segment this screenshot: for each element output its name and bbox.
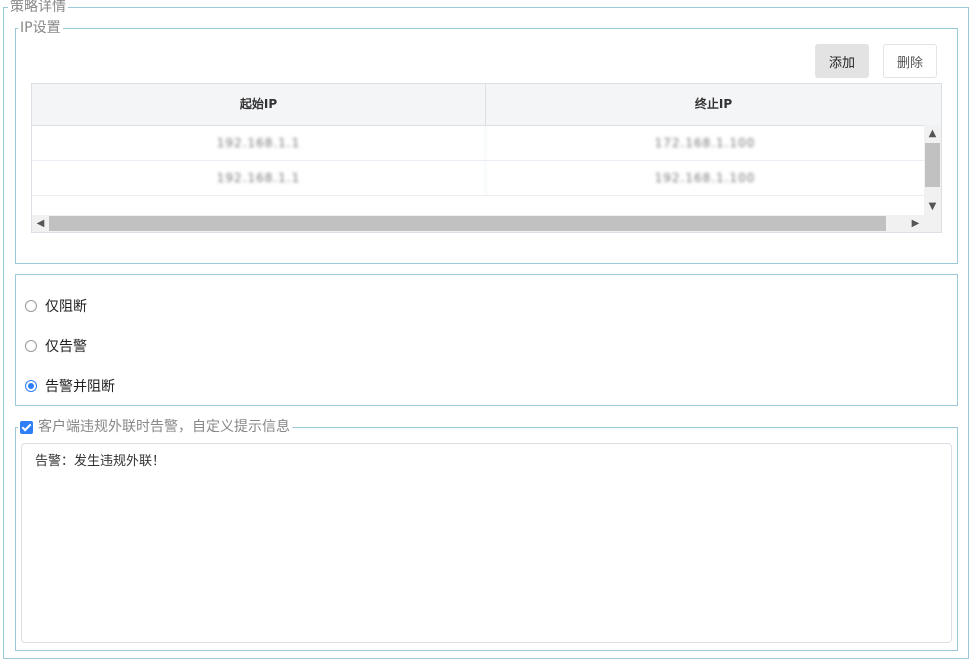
radio-icon[interactable] bbox=[25, 300, 37, 312]
ip-settings-legend: IP设置 bbox=[18, 20, 63, 36]
ip-table: 起始IP 终止IP 192.168.1.1 172.168.1.100 192.… bbox=[31, 83, 942, 233]
radio-icon[interactable] bbox=[25, 340, 37, 352]
end-ip-cell: 172.168.1.100 bbox=[654, 136, 756, 150]
table-row[interactable]: 192.168.1.1 192.168.1.100 bbox=[32, 161, 924, 196]
start-ip-cell: 192.168.1.1 bbox=[32, 126, 486, 160]
scroll-down-icon[interactable]: ▼ bbox=[924, 198, 941, 215]
column-header-end-ip[interactable]: 终止IP bbox=[486, 84, 941, 125]
radio-alert-and-block[interactable]: 告警并阻断 bbox=[25, 376, 115, 396]
table-header: 起始IP 终止IP bbox=[32, 84, 941, 126]
horizontal-scrollbar[interactable]: ◀ ▶ bbox=[32, 215, 924, 232]
policy-details-legend: 策略详情 bbox=[8, 0, 68, 15]
column-header-start-ip[interactable]: 起始IP bbox=[32, 84, 486, 125]
table-row[interactable]: 192.168.1.1 172.168.1.100 bbox=[32, 126, 924, 161]
end-ip-cell: 192.168.1.100 bbox=[654, 171, 756, 185]
vertical-scrollbar[interactable]: ▲ ▼ bbox=[924, 125, 941, 215]
vertical-scroll-thumb[interactable] bbox=[925, 143, 940, 187]
horizontal-scroll-thumb[interactable] bbox=[49, 216, 886, 231]
delete-button[interactable]: 删除 bbox=[883, 44, 937, 78]
scroll-up-icon[interactable]: ▲ bbox=[924, 125, 941, 142]
alert-legend[interactable]: 客户端违规外联时告警，自定义提示信息 bbox=[18, 419, 292, 435]
scrollbar-corner bbox=[924, 215, 941, 232]
checkbox-checked-icon[interactable] bbox=[20, 420, 33, 434]
scroll-right-icon[interactable]: ▶ bbox=[907, 215, 924, 232]
scroll-left-icon[interactable]: ◀ bbox=[32, 215, 49, 232]
alert-checkbox-label: 客户端违规外联时告警，自定义提示信息 bbox=[38, 419, 290, 435]
alert-message-textarea[interactable]: 告警：发生违规外联！ bbox=[21, 443, 952, 643]
radio-label: 仅阻断 bbox=[45, 299, 87, 315]
radio-alert-only[interactable]: 仅告警 bbox=[25, 336, 87, 356]
radio-selected-icon[interactable] bbox=[25, 380, 37, 392]
add-button[interactable]: 添加 bbox=[815, 44, 869, 78]
action-mode-box bbox=[15, 274, 958, 406]
radio-label: 告警并阻断 bbox=[45, 379, 115, 395]
radio-label: 仅告警 bbox=[45, 339, 87, 355]
start-ip-cell: 192.168.1.1 bbox=[32, 161, 486, 195]
radio-block-only[interactable]: 仅阻断 bbox=[25, 296, 87, 316]
